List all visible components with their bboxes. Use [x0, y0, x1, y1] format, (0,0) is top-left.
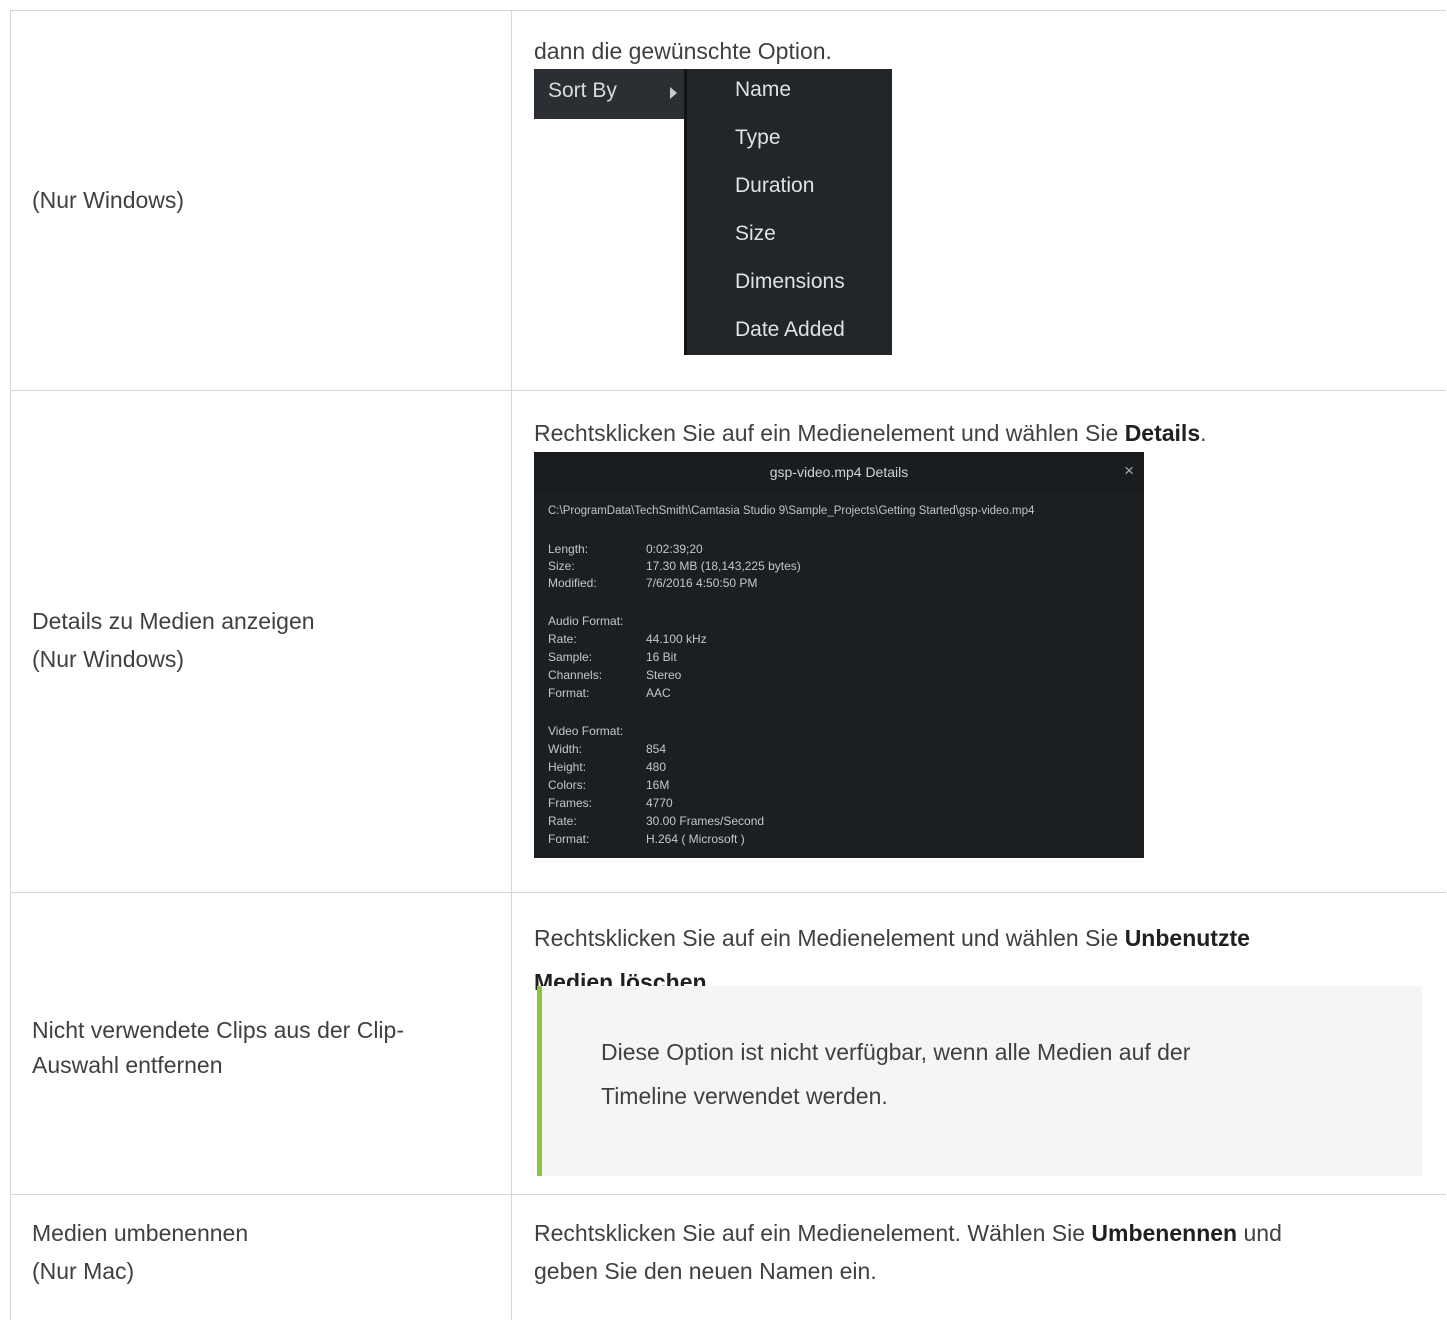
row-2-description: Rechtsklicken Sie auf ein Medienelement …	[534, 414, 1207, 452]
detail-value: 7/6/2016 4:50:50 PM	[646, 576, 758, 590]
submenu-arrow-icon	[670, 87, 677, 99]
options-table: (Nur Windows) dann die gewünschte Option…	[10, 10, 1446, 1320]
audio-format-header: Audio Format:	[548, 614, 624, 628]
row-3-text: Rechtsklicken Sie auf ein Medienelement …	[534, 925, 1125, 951]
row-1-action: (Nur Windows)	[32, 187, 185, 213]
row-1-description: dann die gewünschte Option.	[534, 38, 832, 64]
detail-value: 480	[646, 760, 667, 774]
sort-by-submenu: Name Type Duration Size Dimensions Date …	[684, 69, 892, 355]
submenu-item-date-added: Date Added	[735, 318, 845, 341]
row-3-action: Nicht verwendete Clips aus der Clip- Aus…	[32, 1013, 404, 1083]
detail-key: Colors:	[548, 778, 587, 792]
detail-key: Sample:	[548, 650, 593, 664]
details-file-path: C:\ProgramData\TechSmith\Camtasia Studio…	[548, 505, 1035, 517]
row-2-text: Rechtsklicken Sie auf ein Medienelement …	[534, 420, 1125, 446]
sort-by-menu-screenshot: Sort By Name Type Duration Size Dimensio…	[534, 69, 892, 355]
sort-by-label: Sort By	[548, 79, 617, 102]
row-3-bold-term-1: Unbenutzte	[1124, 925, 1250, 951]
detail-value: 0:02:39;20	[646, 542, 703, 556]
row-3-action-line-1: Nicht verwendete Clips aus der Clip-	[32, 1017, 404, 1043]
note-callout: Diese Option ist nicht verfügbar, wenn a…	[537, 986, 1422, 1176]
row-4-suffix-2: geben Sie den neuen Namen ein.	[534, 1258, 877, 1284]
detail-value: 16M	[646, 778, 670, 792]
row-4-action: Medien umbenennen (Nur Mac)	[32, 1214, 248, 1290]
detail-key: Rate:	[548, 814, 577, 828]
detail-value: 16 Bit	[646, 650, 677, 664]
detail-value: 854	[646, 742, 667, 756]
detail-key: Size:	[548, 559, 575, 573]
submenu-item-type: Type	[735, 126, 781, 149]
row-4-description: Rechtsklicken Sie auf ein Medienelement.…	[534, 1214, 1282, 1290]
detail-key: Frames:	[548, 796, 593, 810]
details-title: gsp-video.mp4 Details	[769, 464, 909, 480]
detail-value: 4770	[646, 796, 673, 810]
detail-key: Modified:	[548, 576, 597, 590]
details-window-screenshot: gsp-video.mp4 Details × C:\ProgramData\T…	[534, 452, 1144, 858]
row-4-bold-term: Umbenennen	[1091, 1220, 1238, 1246]
note-line-2: Timeline verwendet werden.	[601, 1083, 888, 1109]
detail-value: AAC	[646, 686, 671, 700]
detail-value: 44.100 kHz	[646, 632, 707, 646]
row-divider	[10, 10, 1446, 11]
note-text: Diese Option ist nicht verfügbar, wenn a…	[601, 1030, 1361, 1118]
row-4-action-line-1: Medien umbenennen	[32, 1220, 249, 1246]
column-divider	[511, 10, 512, 1320]
detail-value: 17.30 MB (18,143,225 bytes)	[646, 559, 801, 573]
video-format-header: Video Format:	[548, 724, 624, 738]
note-line-1: Diese Option ist nicht verfügbar, wenn a…	[601, 1039, 1191, 1065]
row-divider	[10, 1194, 1446, 1195]
submenu-item-dimensions: Dimensions	[735, 270, 845, 293]
row-2-suffix: .	[1200, 420, 1207, 446]
row-divider	[10, 892, 1446, 893]
submenu-item-size: Size	[735, 222, 776, 245]
submenu-item-name: Name	[735, 78, 792, 101]
detail-key: Rate:	[548, 632, 577, 646]
detail-key: Length:	[548, 542, 589, 556]
column-divider	[10, 10, 11, 1320]
detail-key: Width:	[548, 742, 583, 756]
row-3-action-line-2: Auswahl entfernen	[32, 1052, 223, 1078]
close-icon: ×	[1124, 461, 1134, 480]
sort-by-menu-item: Sort By	[534, 69, 686, 119]
detail-value: 30.00 Frames/Second	[646, 814, 765, 828]
row-2-action-line-2: (Nur Windows)	[32, 646, 185, 672]
detail-value: H.264 ( Microsoft )	[646, 832, 745, 846]
detail-key: Format:	[548, 686, 590, 700]
row-divider	[10, 390, 1446, 391]
row-2-action-line-1: Details zu Medien anzeigen	[32, 608, 315, 634]
row-2-bold-term: Details	[1124, 420, 1201, 446]
row-4-text: Rechtsklicken Sie auf ein Medienelement.…	[534, 1220, 1092, 1246]
detail-value: Stereo	[646, 668, 682, 682]
row-4-suffix-1: und	[1237, 1220, 1282, 1246]
detail-key: Height:	[548, 760, 587, 774]
detail-key: Channels:	[548, 668, 603, 682]
row-4-action-line-2: (Nur Mac)	[32, 1258, 135, 1284]
row-2-action: Details zu Medien anzeigen (Nur Windows)	[32, 602, 315, 678]
submenu-item-duration: Duration	[735, 174, 815, 197]
detail-key: Format:	[548, 832, 590, 846]
